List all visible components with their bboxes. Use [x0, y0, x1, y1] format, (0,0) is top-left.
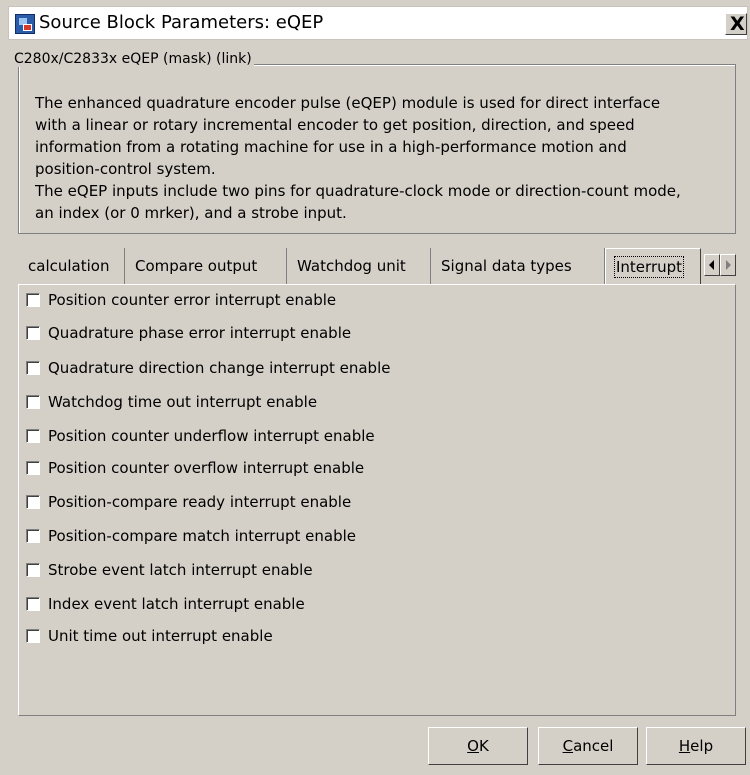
group-legend: C280x/C2833x eQEP (mask) (link) [12, 51, 254, 67]
cancel-button[interactable]: Cancel [538, 727, 638, 765]
checkbox-label: Unit time out interrupt enable [48, 627, 273, 645]
tab-calculation[interactable]: calculation [18, 248, 125, 284]
block-description: The enhanced quadrature encoder pulse (e… [35, 94, 681, 222]
close-icon: X [730, 13, 745, 35]
help-label: elp [690, 737, 714, 755]
tab-interrupt[interactable]: Interrupt [605, 248, 701, 284]
checkbox-label: Watchdog time out interrupt enable [48, 393, 318, 411]
checkbox-label: Position counter error interrupt enable [48, 291, 337, 309]
checkbox-label: Position counter underflow interrupt ena… [48, 427, 375, 445]
checkbox-label: Position counter overflow interrupt enab… [48, 459, 365, 477]
tab-label: Signal data types [441, 257, 572, 275]
tab-label: Interrupt [613, 256, 685, 278]
tab-scroll-left[interactable] [704, 254, 720, 276]
checkbox[interactable] [26, 495, 40, 509]
ok-label: K [478, 737, 489, 755]
checkbox[interactable] [26, 461, 40, 475]
title-bar: Source Block Parameters: eQEP X [8, 6, 748, 40]
simulink-block-icon [15, 14, 35, 34]
help-button[interactable]: Help [646, 727, 746, 765]
window-title: Source Block Parameters: eQEP [39, 12, 324, 33]
checkbox[interactable] [26, 395, 40, 409]
arrow-right-icon [726, 260, 731, 270]
cancel-label: ancel [573, 737, 614, 755]
close-button[interactable]: X [725, 13, 747, 35]
arrow-left-icon [709, 260, 714, 270]
checkbox-label: Position-compare match interrupt enable [48, 527, 356, 545]
tab-signal-data-types[interactable]: Signal data types [431, 248, 605, 284]
checkbox-label: Strobe event latch interrupt enable [48, 561, 313, 579]
tab-strip: calculation Compare output Watchdog unit… [18, 248, 748, 284]
checkbox[interactable] [26, 563, 40, 577]
checkbox[interactable] [26, 629, 40, 643]
checkbox[interactable] [26, 361, 40, 375]
tab-label: calculation [28, 257, 110, 275]
checkbox-label: Quadrature direction change interrupt en… [48, 359, 391, 377]
tab-compare-output[interactable]: Compare output [125, 248, 287, 284]
tab-label: Compare output [135, 257, 258, 275]
checkbox[interactable] [26, 529, 40, 543]
checkbox[interactable] [26, 597, 40, 611]
checkbox[interactable] [26, 293, 40, 307]
checkbox-label: Quadrature phase error interrupt enable [48, 324, 352, 342]
checkbox-label: Position-compare ready interrupt enable [48, 493, 352, 511]
tab-label: Watchdog unit [297, 257, 406, 275]
tab-watchdog-unit[interactable]: Watchdog unit [287, 248, 431, 284]
ok-button[interactable]: OK [428, 727, 528, 765]
checkbox[interactable] [26, 326, 40, 340]
cancel-mnemonic: C [562, 737, 574, 755]
tab-scroll-right[interactable] [720, 254, 736, 276]
ok-mnemonic: O [467, 737, 479, 755]
checkbox-label: Index event latch interrupt enable [48, 595, 305, 613]
checkbox[interactable] [26, 429, 40, 443]
help-mnemonic: H [678, 737, 691, 755]
